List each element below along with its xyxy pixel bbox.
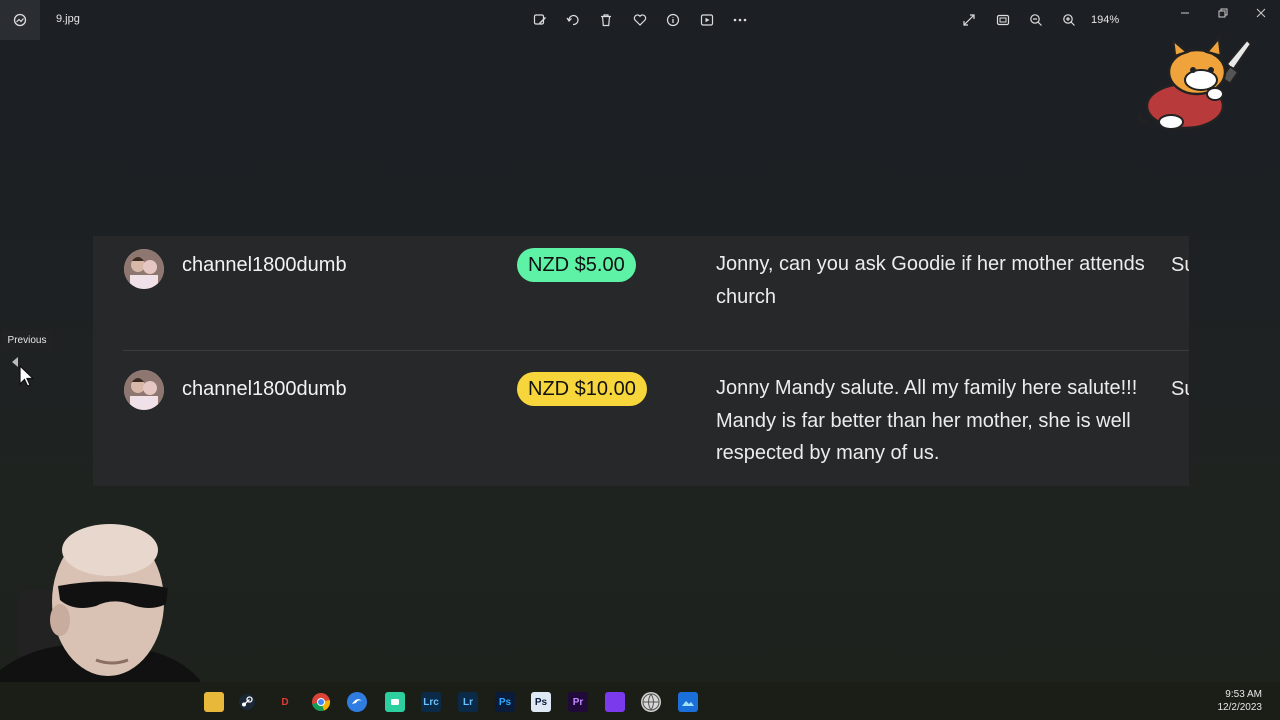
slideshow-icon[interactable] <box>697 10 717 30</box>
chat-message: Jonny, can you ask Goodie if her mother … <box>716 253 1145 308</box>
chat-row: channel1800dumb NZD $10.00 Jonny Mandy s… <box>123 350 1189 487</box>
previous-tooltip: Previous <box>2 330 52 350</box>
zoom-level[interactable]: 194% <box>1091 14 1119 26</box>
close-icon[interactable] <box>1249 4 1273 22</box>
zoom-in-icon[interactable] <box>1059 10 1079 30</box>
file-name: 9.jpg <box>56 13 80 25</box>
title-bar: 9.jpg 194% <box>0 0 1280 40</box>
file-explorer-icon[interactable] <box>204 692 224 712</box>
photos-taskbar-icon[interactable] <box>678 692 698 712</box>
delete-icon[interactable] <box>596 10 616 30</box>
chat-row: channel1800dumb NZD $5.00 Jonny, can you… <box>93 236 1189 350</box>
cat-knife-mascot <box>1138 35 1253 130</box>
edge-app-icon[interactable] <box>347 692 367 712</box>
minimize-icon[interactable] <box>1173 4 1197 22</box>
amount-badge: NZD $10.00 <box>517 372 647 406</box>
lightroom-icon[interactable]: Lr <box>458 692 478 712</box>
d-app-icon[interactable]: D <box>275 692 295 712</box>
premiere-icon[interactable]: Pr <box>568 692 588 712</box>
photos-app-icon[interactable] <box>0 0 40 40</box>
edit-image-icon[interactable] <box>530 10 550 30</box>
clock-time: 9:53 AM <box>1225 689 1262 700</box>
info-icon[interactable] <box>663 10 683 30</box>
green-app-icon[interactable] <box>385 692 405 712</box>
rotate-icon[interactable] <box>563 10 583 30</box>
more-icon[interactable] <box>730 10 750 30</box>
globe-app-icon[interactable] <box>641 692 661 712</box>
superchat-panel: channel1800dumb NZD $5.00 Jonny, can you… <box>93 236 1189 486</box>
photoshop-icon[interactable]: Ps <box>495 692 515 712</box>
taskbar: D Lrc Lr Ps Ps Pr 9:53 AM 12/2/2023 <box>0 682 1280 720</box>
system-clock[interactable]: 9:53 AM 12/2/2023 <box>1218 688 1263 714</box>
chat-message: Jonny Mandy salute. All my family here s… <box>716 377 1138 464</box>
fullscreen-icon[interactable] <box>959 10 979 30</box>
restore-icon[interactable] <box>1211 4 1235 22</box>
mouse-cursor-icon <box>19 365 35 387</box>
purple-app-icon[interactable] <box>605 692 625 712</box>
avatar <box>124 249 164 289</box>
fit-window-icon[interactable] <box>993 10 1013 30</box>
chrome-icon[interactable] <box>311 692 331 712</box>
truncated-text: Su <box>1171 378 1189 400</box>
username: channel1800dumb <box>182 254 347 276</box>
zoom-out-icon[interactable] <box>1026 10 1046 30</box>
favorite-icon[interactable] <box>630 10 650 30</box>
truncated-text: Su <box>1171 254 1189 276</box>
username: channel1800dumb <box>182 378 347 400</box>
steam-icon[interactable] <box>237 692 257 712</box>
clock-date: 12/2/2023 <box>1217 702 1263 713</box>
amount-badge: NZD $5.00 <box>517 248 636 282</box>
lightroom-classic-icon[interactable]: Lrc <box>421 692 441 712</box>
photoshop-doc-icon[interactable]: Ps <box>531 692 551 712</box>
avatar <box>124 370 164 410</box>
